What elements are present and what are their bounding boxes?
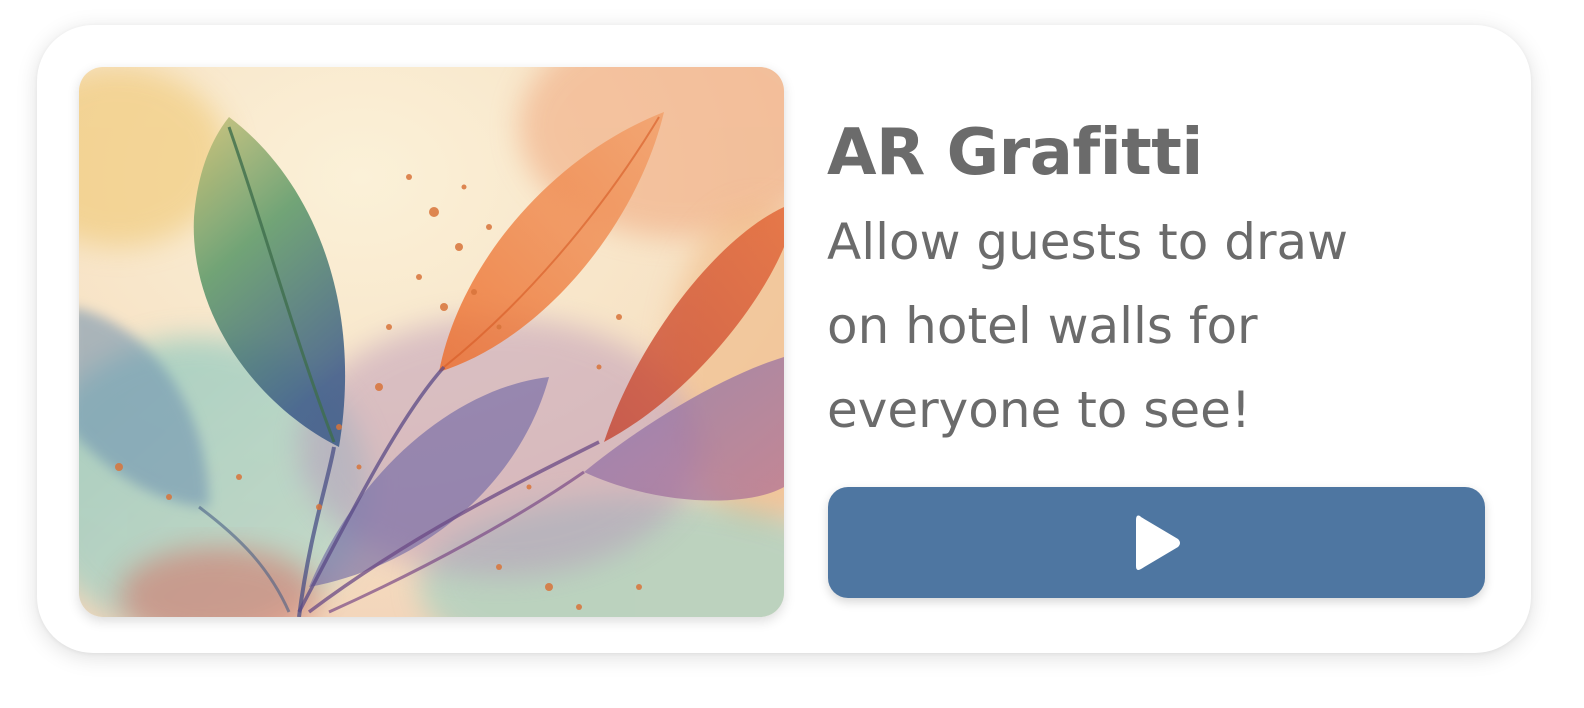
watercolor-leaves-illustration xyxy=(79,67,784,617)
play-button[interactable] xyxy=(828,487,1485,598)
description-line: on hotel walls for xyxy=(827,297,1258,355)
card-image xyxy=(79,67,784,617)
feature-card: AR Grafitti Allow guests to draw on hote… xyxy=(37,25,1531,653)
description-line: Allow guests to draw xyxy=(827,213,1349,271)
description-line: everyone to see! xyxy=(827,381,1251,439)
card-title: AR Grafitti xyxy=(827,116,1203,190)
card-description: Allow guests to draw on hotel walls for … xyxy=(827,200,1487,452)
play-icon xyxy=(1136,515,1180,570)
